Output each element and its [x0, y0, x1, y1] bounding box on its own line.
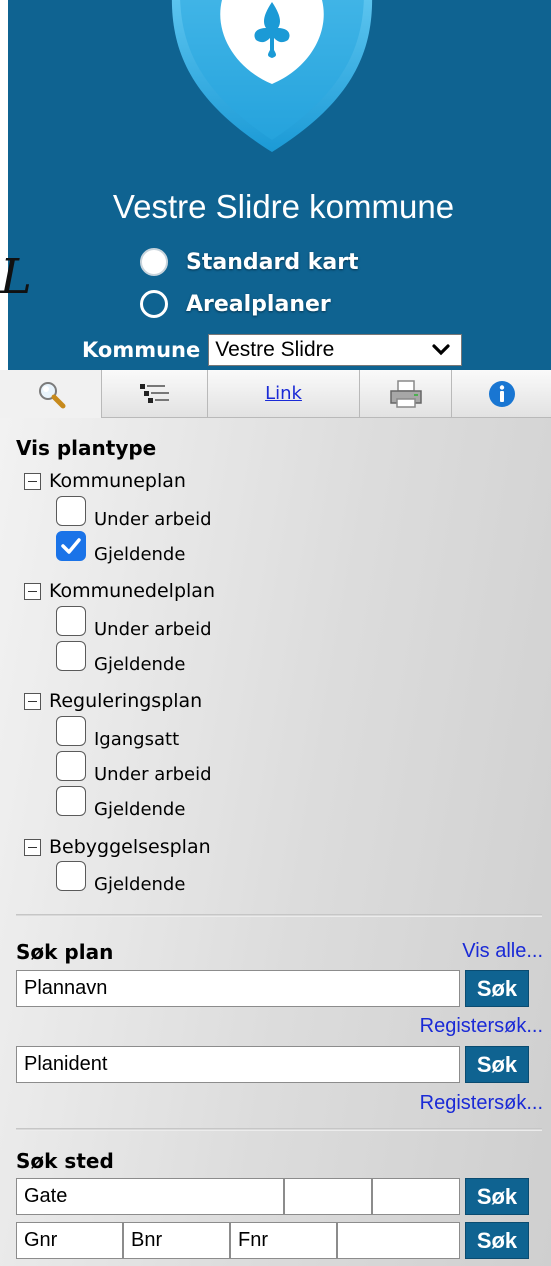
checkbox-kommuneplan-under-arbeid[interactable]: Under arbeid	[56, 496, 212, 530]
checkbox-label: Gjeldende	[94, 874, 186, 895]
checkbox-label: Gjeldende	[94, 654, 186, 675]
sok-plan-heading: Søk plan	[16, 940, 114, 964]
group-label: Reguleringsplan	[49, 690, 203, 712]
registersok-link[interactable]: Registersøk...	[420, 1015, 543, 1038]
radio-standard-kart[interactable]: Standard kart	[140, 248, 359, 276]
checkbox[interactable]	[56, 641, 86, 671]
tab-bar: Link	[0, 370, 551, 418]
header: L Vestre Slidre kommune Standard kart Ar…	[0, 0, 551, 370]
tab-info[interactable]	[452, 370, 551, 418]
checkbox[interactable]	[56, 606, 86, 636]
chevron-down-icon	[432, 344, 450, 356]
group-reguleringsplan: Reguleringsplan	[24, 690, 202, 712]
checkbox-reguleringsplan-igangsatt[interactable]: Igangsatt	[56, 716, 179, 750]
printer-icon	[389, 379, 422, 408]
collapse-minus-icon[interactable]	[24, 582, 41, 600]
radio-arealplaner[interactable]: Arealplaner	[140, 290, 331, 318]
checkbox-kommunedelplan-gjeldende[interactable]: Gjeldende	[56, 641, 185, 675]
group-label: Kommuneplan	[49, 470, 186, 492]
group-kommunedelplan: Kommunedelplan	[24, 580, 215, 602]
gate-number-input[interactable]	[284, 1178, 372, 1215]
radio-button-selected[interactable]	[140, 290, 168, 318]
checkbox[interactable]	[56, 716, 86, 746]
checkbox-kommunedelplan-under-arbeid[interactable]: Under arbeid	[56, 606, 212, 640]
group-bebyggelsesplan: Bebyggelsesplan	[24, 836, 211, 858]
checkbox-checked[interactable]	[56, 531, 86, 561]
kommune-select-value: Vestre Slidre	[215, 338, 335, 361]
checkbox-bebyggelsesplan-gjeldende[interactable]: Gjeldende	[56, 861, 185, 895]
checkbox[interactable]	[56, 861, 86, 891]
snr-input[interactable]	[337, 1222, 460, 1259]
tab-print[interactable]	[360, 370, 452, 418]
tab-search[interactable]	[0, 370, 102, 418]
collapse-minus-icon[interactable]	[24, 838, 41, 856]
checkbox-reguleringsplan-gjeldende[interactable]: Gjeldende	[56, 786, 185, 820]
tab-link-label[interactable]: Link	[265, 383, 302, 404]
checkbox-label: Under arbeid	[94, 764, 212, 785]
gate-letter-input[interactable]	[372, 1178, 460, 1215]
checkbox-kommuneplan-gjeldende[interactable]: Gjeldende	[56, 531, 185, 565]
checkbox[interactable]	[56, 786, 86, 816]
info-icon	[488, 380, 515, 407]
municipality-title: Vestre Slidre kommune	[112, 188, 455, 225]
checkmark-icon	[61, 538, 81, 554]
checkbox-label: Gjeldende	[94, 799, 186, 820]
checkbox-reguleringsplan-under-arbeid[interactable]: Under arbeid	[56, 751, 212, 785]
bnr-input[interactable]: Bnr	[123, 1222, 230, 1259]
checkbox-label: Under arbeid	[94, 509, 212, 530]
separator	[16, 1128, 542, 1131]
collapse-minus-icon[interactable]	[24, 472, 41, 490]
group-kommuneplan: Kommuneplan	[24, 470, 186, 492]
left-strip	[0, 0, 8, 370]
checkbox-label: Gjeldende	[94, 544, 186, 565]
group-label: Bebyggelsesplan	[49, 836, 211, 858]
plannavn-input[interactable]: Plannavn	[16, 970, 460, 1007]
tab-legend[interactable]	[102, 370, 208, 418]
coat-of-arms-logo	[171, 0, 373, 152]
radio-label: Arealplaner	[186, 291, 331, 317]
planident-input[interactable]: Planident	[16, 1046, 460, 1083]
kommune-label: Kommune	[82, 338, 201, 362]
tab-link[interactable]: Link	[208, 370, 360, 418]
radio-button[interactable]	[140, 248, 168, 276]
gate-search-button[interactable]: Søk	[465, 1178, 529, 1215]
separator	[16, 914, 542, 917]
matrikkel-search-button[interactable]: Søk	[465, 1222, 529, 1259]
sok-sted-heading: Søk sted	[16, 1149, 114, 1173]
checkbox[interactable]	[56, 496, 86, 526]
gnr-input[interactable]: Gnr	[16, 1222, 123, 1259]
kommune-select[interactable]: Vestre Slidre	[208, 334, 463, 366]
search-icon	[38, 382, 65, 409]
plannavn-search-button[interactable]: Søk	[465, 970, 529, 1007]
radio-label: Standard kart	[186, 249, 359, 275]
fnr-input[interactable]: Fnr	[230, 1222, 337, 1259]
left-glyph: L	[0, 249, 32, 305]
group-label: Kommunedelplan	[49, 580, 215, 602]
collapse-minus-icon[interactable]	[24, 692, 41, 710]
kommune-row: Kommune Vestre Slidre	[82, 334, 463, 366]
checkbox-label: Igangsatt	[94, 729, 180, 750]
checkbox-label: Under arbeid	[94, 619, 212, 640]
plantype-heading: Vis plantype	[16, 436, 157, 460]
gate-input[interactable]: Gate	[16, 1178, 284, 1215]
checkbox[interactable]	[56, 751, 86, 781]
registersok-link-2[interactable]: Registersøk...	[420, 1092, 543, 1115]
planident-search-button[interactable]: Søk	[465, 1046, 529, 1083]
legend-icon	[139, 383, 169, 403]
vis-alle-link[interactable]: Vis alle...	[462, 940, 543, 963]
side-panel: Vis plantype Kommuneplan Under arbeid Gj…	[0, 418, 551, 1266]
